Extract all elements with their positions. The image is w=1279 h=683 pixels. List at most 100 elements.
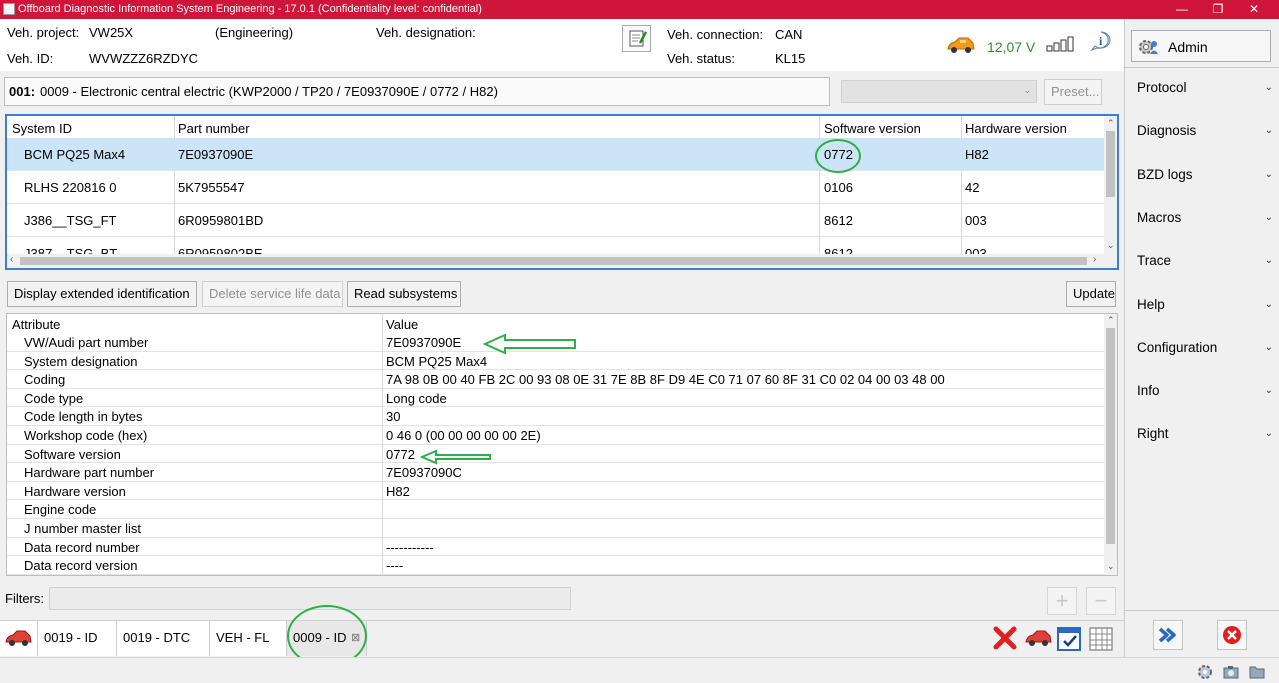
column-header-hardware-version[interactable]: Hardware version <box>965 121 1067 136</box>
checklist-icon[interactable] <box>1056 626 1082 652</box>
attributes-scrollbar[interactable]: ⌃ ⌄ <box>1104 314 1117 575</box>
remove-filter-button[interactable]: − <box>1086 587 1116 615</box>
sidebar-item-protocol[interactable]: Protocol ⌄ <box>1137 80 1273 100</box>
veh-id-label: Veh. ID: <box>7 51 54 66</box>
software-version-cell: 8612 <box>824 246 853 254</box>
stop-button[interactable] <box>1217 620 1247 650</box>
table-row[interactable]: J387__TSG_BT 6R0959802BE 8612 003 <box>7 237 1104 254</box>
veh-connection-value: CAN <box>775 27 803 42</box>
table-row[interactable]: J386__TSG_FT 6R0959801BD 8612 003 <box>7 204 1104 237</box>
attribute-name-cell: Code type <box>24 390 84 406</box>
attribute-row[interactable]: Data record version ---- <box>7 556 1104 575</box>
attribute-name-cell: Coding <box>24 372 66 388</box>
delete-x-icon[interactable] <box>993 626 1017 650</box>
column-header-part-number[interactable]: Part number <box>178 121 250 136</box>
horizontal-scrollbar[interactable]: ‹ › <box>7 254 1117 268</box>
attribute-row[interactable]: Hardware part number 7E0937090C <box>7 463 1104 482</box>
attribute-value-cell: 7E0937090E <box>386 335 462 350</box>
filters-label: Filters: <box>5 591 44 606</box>
ecu-dropdown[interactable]: ⌄ <box>841 80 1037 103</box>
attribute-value-cell: 7E0937090C <box>386 465 462 481</box>
maximize-button[interactable]: ❐ <box>1200 0 1236 19</box>
sidebar: Admin Protocol ⌄ Diagnosis ⌄ BZD logs ⌄ Macros… <box>1124 19 1279 657</box>
delete-service-life-data-button[interactable]: Delete service life data <box>202 281 343 307</box>
sidebar-item-macros[interactable]: Macros ⌄ <box>1137 210 1273 230</box>
part-number-cell: 6R0959802BE <box>178 246 263 254</box>
chevron-down-icon: ⌄ <box>1264 385 1273 397</box>
sidebar-item-label: Help <box>1137 296 1165 312</box>
sidebar-item-help[interactable]: Help ⌄ <box>1137 297 1273 317</box>
vehicle-icon[interactable] <box>1024 628 1052 648</box>
part-number-cell: 7E0937090E <box>178 147 254 162</box>
svg-text:i: i <box>1099 34 1103 48</box>
tab-vehicle[interactable] <box>0 621 38 656</box>
minimize-button[interactable]: — <box>1164 0 1200 19</box>
settings-icon[interactable] <box>1196 663 1214 681</box>
attribute-row[interactable]: J number master list <box>7 519 1104 538</box>
attribute-value-cell: ----------- <box>386 539 434 555</box>
attribute-row[interactable]: Engine code <box>7 500 1104 519</box>
attribute-value-cell: 0772 <box>386 446 415 462</box>
tab-veh-fl[interactable]: VEH - FL <box>210 621 287 656</box>
veh-project-label: Veh. project: <box>7 25 80 40</box>
attribute-name-cell: Engine code <box>24 502 97 518</box>
forward-button[interactable] <box>1153 620 1183 650</box>
attribute-row[interactable]: Coding 7A 98 0B 00 40 FB 2C 00 93 08 0E 3… <box>7 370 1104 389</box>
column-header-value[interactable]: Value <box>386 317 418 332</box>
info-icon[interactable]: i <box>1090 30 1112 52</box>
display-extended-identification-button[interactable]: Display extended identification <box>7 281 197 307</box>
stop-icon <box>1223 626 1241 644</box>
sidebar-item-label: Protocol <box>1137 80 1187 95</box>
attribute-row[interactable]: Data record number ----------- <box>7 538 1104 557</box>
read-subsystems-button[interactable]: Read subsystems <box>347 281 461 307</box>
attribute-row[interactable]: Code length in bytes 30 <box>7 407 1104 426</box>
software-version-cell: 8612 <box>824 213 853 228</box>
attribute-row[interactable]: Software version 0772 <box>7 445 1104 464</box>
forward-icon <box>1158 627 1176 643</box>
ecu-address: 001: <box>9 84 36 99</box>
hardware-version-cell: H82 <box>965 147 989 162</box>
preset-button[interactable]: Preset... <box>1044 79 1102 105</box>
attribute-name-cell: J number master list <box>24 521 142 536</box>
column-header-software-version[interactable]: Software version <box>824 121 921 136</box>
tab-0019-dtc[interactable]: 0019 - DTC <box>117 621 210 656</box>
vertical-scrollbar[interactable]: ⌃ ⌄ <box>1104 116 1117 254</box>
camera-icon[interactable] <box>1222 663 1240 681</box>
attribute-row[interactable]: Hardware version H82 <box>7 482 1104 501</box>
sidebar-item-info[interactable]: Info ⌄ <box>1137 383 1273 403</box>
sidebar-item-label: Macros <box>1137 209 1182 225</box>
signal-icon <box>1046 36 1076 52</box>
sidebar-item-configuration[interactable]: Configuration ⌄ <box>1137 340 1273 360</box>
status-bar <box>0 657 1279 683</box>
attribute-value-cell: ---- <box>386 558 404 574</box>
attribute-name-cell: Hardware part number <box>24 465 155 481</box>
table-icon[interactable] <box>1088 626 1114 652</box>
sidebar-item-label: Right <box>1137 426 1169 442</box>
annotation-circle <box>815 139 861 173</box>
column-header-system-id[interactable]: System ID <box>12 121 72 136</box>
filters-input[interactable] <box>49 587 571 610</box>
close-button[interactable]: ✕ <box>1236 0 1272 19</box>
chevron-down-icon: ⌄ <box>1264 298 1273 310</box>
attribute-row[interactable]: Code type Long code <box>7 389 1104 408</box>
tab-0019-id[interactable]: 0019 - ID <box>38 621 117 656</box>
sidebar-item-label: Configuration <box>1137 339 1218 355</box>
sidebar-item-right[interactable]: Right ⌄ <box>1137 426 1273 446</box>
table-row[interactable]: RLHS 220816 0 5K7955547 0106 42 <box>7 171 1104 204</box>
sidebar-item-bzd-logs[interactable]: BZD logs ⌄ <box>1137 167 1273 187</box>
table-row[interactable]: BCM PQ25 Max4 7E0937090E 0772 H82 <box>7 138 1104 171</box>
notepad-icon[interactable] <box>622 25 651 52</box>
column-header-attribute[interactable]: Attribute <box>12 317 60 332</box>
hardware-version-cell: 003 <box>965 246 987 254</box>
window-title: Offboard Diagnostic Information System E… <box>18 3 482 15</box>
veh-connection-label: Veh. connection: <box>667 27 764 42</box>
attribute-row[interactable]: Workshop code (hex) 0 46 0 (00 00 00 00 0… <box>7 426 1104 445</box>
folder-icon[interactable] <box>1248 663 1266 681</box>
add-filter-button[interactable]: + <box>1047 587 1077 615</box>
sidebar-item-diagnosis[interactable]: Diagnosis ⌄ <box>1137 123 1273 143</box>
mode-label: (Engineering) <box>215 25 294 40</box>
admin-button[interactable]: Admin <box>1131 30 1271 62</box>
update-button[interactable]: Update <box>1066 281 1116 307</box>
sidebar-item-trace[interactable]: Trace ⌄ <box>1137 253 1273 273</box>
chevron-down-icon: ⌄ <box>1264 341 1273 353</box>
